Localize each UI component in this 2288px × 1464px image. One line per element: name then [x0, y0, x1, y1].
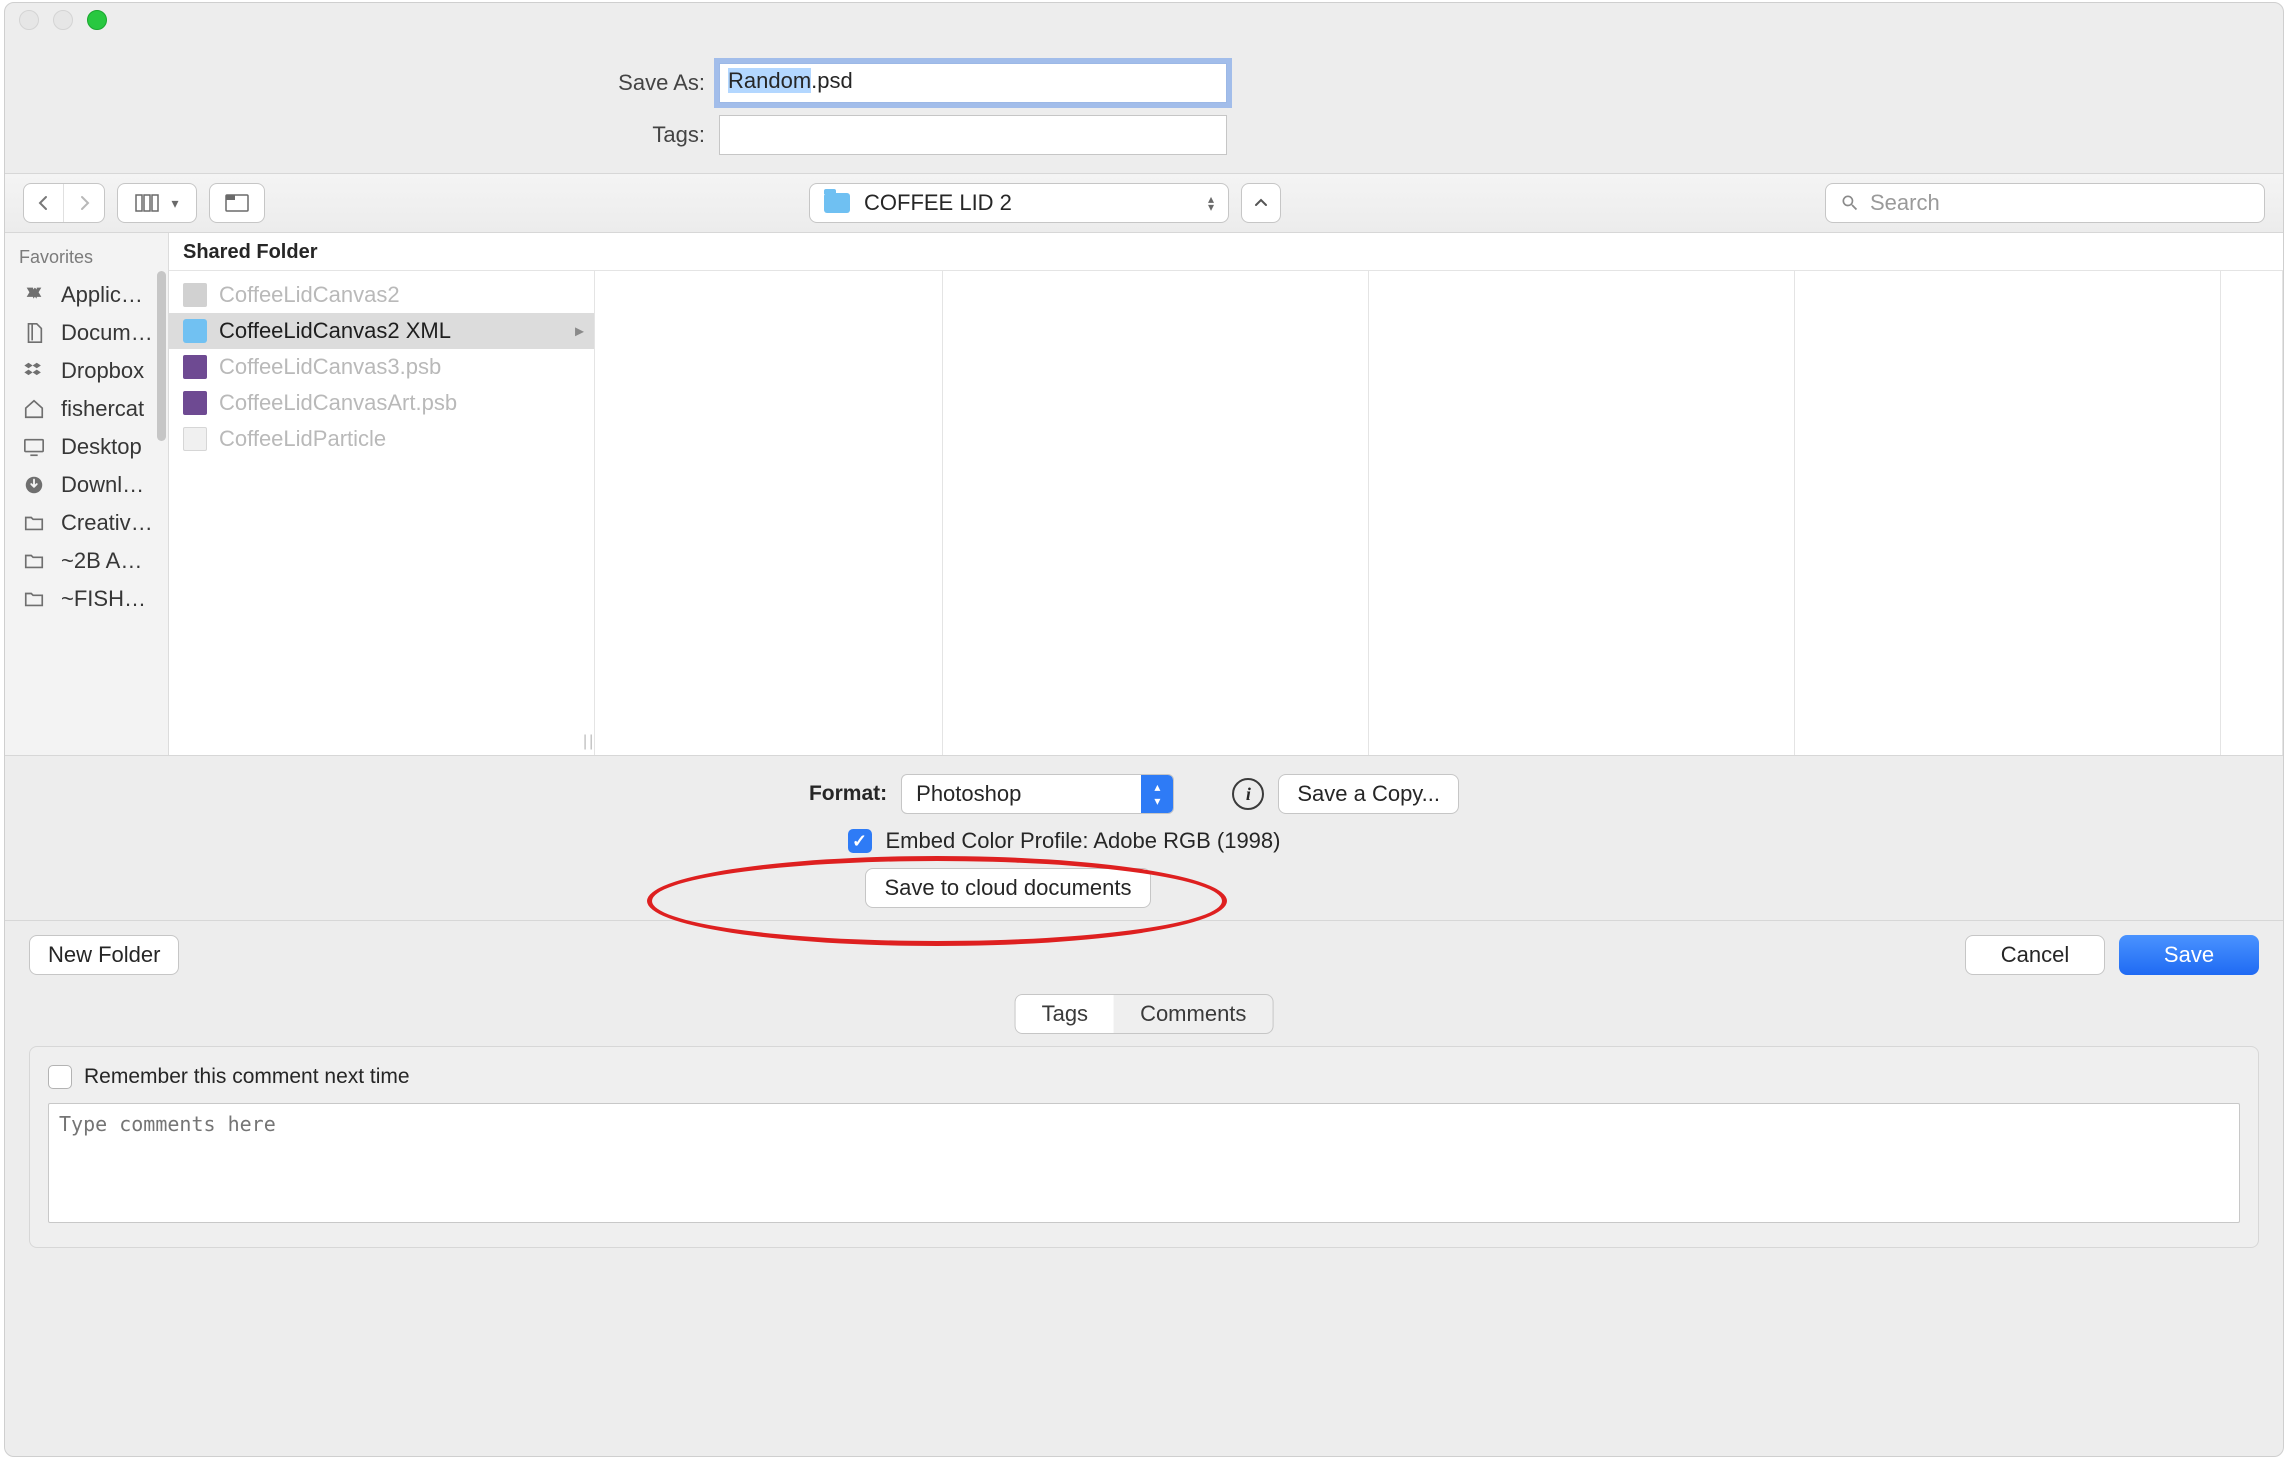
save-button[interactable]: Save [2119, 935, 2259, 975]
group-by-button[interactable] [209, 183, 265, 223]
forward-button[interactable] [64, 184, 104, 222]
search-placeholder: Search [1870, 190, 1940, 216]
folder-icon [824, 193, 850, 213]
psb-file-icon [183, 391, 207, 415]
new-folder-button[interactable]: New Folder [29, 935, 179, 975]
tab-comments[interactable]: Comments [1114, 995, 1272, 1033]
updown-icon: ▴▾ [1208, 195, 1214, 211]
file-column-0[interactable]: CoffeeLidCanvas2 CoffeeLidCanvas2 XML ▸ … [169, 271, 595, 755]
nav-back-forward [23, 183, 105, 223]
psb-file-icon [183, 355, 207, 379]
sidebar-item-2b-ar[interactable]: ~2B AR... [5, 542, 168, 580]
search-field[interactable]: Search [1825, 183, 2265, 223]
column-area: Shared Folder CoffeeLidCanvas2 CoffeeLid… [169, 233, 2283, 755]
current-folder-select[interactable]: COFFEE LID 2 ▴▾ [809, 183, 1229, 223]
comments-pane: Remember this comment next time [29, 1046, 2259, 1248]
back-button[interactable] [24, 184, 64, 222]
applications-icon [19, 283, 49, 307]
sidebar-item-creative[interactable]: Creative... [5, 504, 168, 542]
save-to-cloud-button[interactable]: Save to cloud documents [865, 868, 1150, 908]
sidebar-scrollbar[interactable] [157, 271, 166, 441]
current-folder-name: COFFEE LID 2 [864, 190, 1194, 216]
sidebar-item-dropbox[interactable]: Dropbox [5, 352, 168, 390]
save-dialog-window: Save As: Random.psd Tags: ▾ [4, 2, 2284, 1457]
sidebar-item-fisher[interactable]: ~FISHER... [5, 580, 168, 618]
folder-icon [183, 319, 207, 343]
save-as-label: Save As: [5, 70, 705, 96]
home-icon [19, 397, 49, 421]
file-row[interactable]: CoffeeLidParticle [169, 421, 594, 457]
tags-input[interactable] [719, 115, 1227, 155]
doc-file-icon [183, 427, 207, 451]
remember-comment-checkbox[interactable] [48, 1065, 72, 1089]
file-column-4[interactable] [1795, 271, 2221, 755]
tags-label: Tags: [5, 122, 705, 148]
documents-icon [19, 321, 49, 345]
sidebar-heading: Favorites [5, 241, 168, 276]
sidebar-item-downloads[interactable]: Downloa... [5, 466, 168, 504]
close-traffic-light-icon[interactable] [19, 10, 39, 30]
sidebar-item-applications[interactable]: Applicati... [5, 276, 168, 314]
chevron-right-icon: ▸ [575, 321, 584, 342]
remember-comment-row: Remember this comment next time [48, 1061, 2240, 1103]
folder-icon [19, 549, 49, 573]
remember-comment-label: Remember this comment next time [84, 1065, 410, 1089]
file-browser: Favorites Applicati... Docume... Dropbox… [5, 233, 2283, 756]
save-a-copy-button[interactable]: Save a Copy... [1278, 774, 1459, 814]
dialog-footer: New Folder Cancel Save [5, 921, 2283, 989]
folder-icon [19, 587, 49, 611]
file-column-2[interactable] [943, 271, 1369, 755]
chevron-down-icon: ▾ [171, 195, 178, 212]
updown-icon: ▴▾ [1141, 775, 1173, 813]
cancel-button[interactable]: Cancel [1965, 935, 2105, 975]
file-column-3[interactable] [1369, 271, 1795, 755]
save-options: Format: Photoshop ▴▾ i Save a Copy... ✓ … [5, 756, 2283, 921]
tab-tags[interactable]: Tags [1016, 995, 1114, 1033]
collapse-button[interactable] [1241, 183, 1281, 223]
sidebar: Favorites Applicati... Docume... Dropbox… [5, 233, 169, 755]
zoom-traffic-light-icon[interactable] [87, 10, 107, 30]
format-label: Format: [809, 782, 887, 806]
sidebar-item-home[interactable]: fishercat [5, 390, 168, 428]
view-mode-selector[interactable]: ▾ [117, 183, 197, 223]
sidebar-item-desktop[interactable]: Desktop [5, 428, 168, 466]
file-row[interactable]: CoffeeLidCanvas2 [169, 277, 594, 313]
info-icon[interactable]: i [1232, 778, 1264, 810]
minimize-traffic-light-icon[interactable] [53, 10, 73, 30]
titlebar [5, 3, 2283, 37]
file-column-5[interactable] [2221, 271, 2283, 755]
dropbox-icon [19, 359, 49, 383]
file-column-1[interactable] [595, 271, 943, 755]
format-select[interactable]: Photoshop ▴▾ [901, 774, 1174, 814]
downloads-icon [19, 473, 49, 497]
folder-icon [19, 511, 49, 535]
tags-comments-tabs: Tags Comments [1015, 994, 1274, 1034]
file-row[interactable]: CoffeeLidCanvas3.psb [169, 349, 594, 385]
column-header: Shared Folder [169, 233, 2283, 271]
file-row[interactable]: CoffeeLidCanvasArt.psb [169, 385, 594, 421]
embed-profile-label: Embed Color Profile: Adobe RGB (1998) [886, 828, 1281, 854]
file-row[interactable]: CoffeeLidCanvas2 XML ▸ [169, 313, 594, 349]
sidebar-item-documents[interactable]: Docume... [5, 314, 168, 352]
image-file-icon [183, 283, 207, 307]
desktop-icon [19, 435, 49, 459]
comments-textarea[interactable] [48, 1103, 2240, 1223]
save-as-input[interactable]: Random.psd [719, 63, 1227, 103]
search-icon [1840, 193, 1860, 213]
column-resize-handle-icon[interactable]: || [583, 733, 595, 751]
column-view: CoffeeLidCanvas2 CoffeeLidCanvas2 XML ▸ … [169, 271, 2283, 755]
browser-toolbar: ▾ COFFEE LID 2 ▴▾ Search [5, 173, 2283, 233]
embed-profile-checkbox[interactable]: ✓ [848, 829, 872, 853]
filename-form: Save As: Random.psd Tags: [5, 37, 2283, 173]
